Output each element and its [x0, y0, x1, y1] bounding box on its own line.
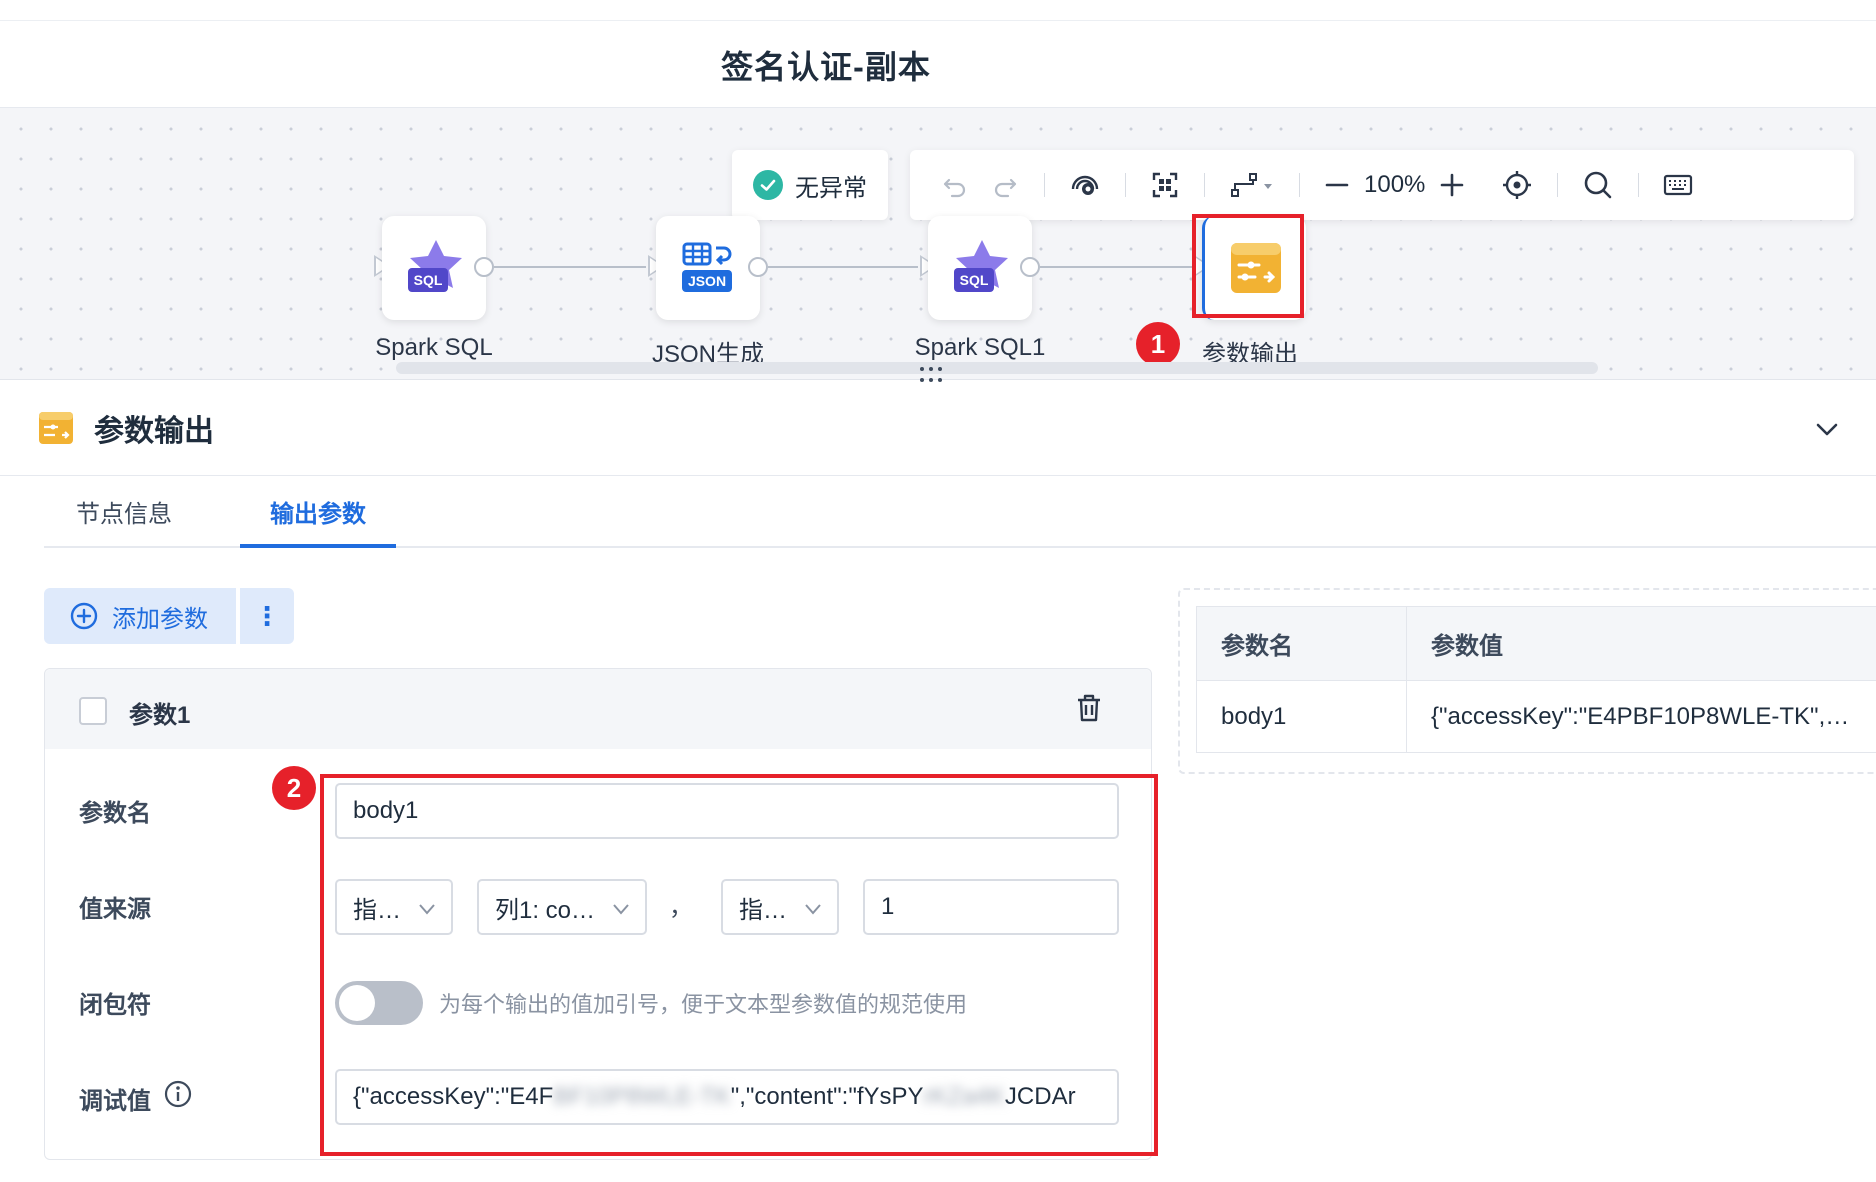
table-header: 参数值 — [1406, 606, 1876, 681]
json-node-icon: JSON — [682, 242, 732, 292]
table-header-row: 参数名 参数值 — [1196, 606, 1876, 681]
panel-header: 参数输出 — [0, 380, 1876, 476]
check-circle-icon — [753, 170, 783, 200]
highlight-box — [1192, 214, 1304, 318]
output-port[interactable] — [1020, 257, 1040, 277]
step-badge: 2 — [272, 766, 316, 810]
horizontal-scrollbar[interactable] — [396, 362, 1598, 374]
canvas-toolbar: 100% — [910, 150, 1854, 220]
redo-icon[interactable] — [990, 165, 1020, 205]
info-icon[interactable] — [163, 1079, 193, 1109]
zoom-out-icon[interactable] — [1324, 165, 1350, 205]
closure-label: 闭包符 — [79, 992, 151, 1019]
flow-edge — [768, 266, 918, 268]
page-title: 签名认证-副本 — [721, 49, 931, 85]
params-table: 参数名 参数值 body1 {"accessKey":"E4PBF10P8WLE… — [1196, 606, 1876, 753]
node-label: Spark SQL1 — [914, 334, 1046, 361]
add-param-button[interactable]: 添加参数 — [44, 588, 236, 644]
debug-value-label: 调试值 — [79, 1088, 151, 1115]
status-panel: 无异常 — [732, 150, 888, 220]
panel-title: 参数输出 — [94, 414, 214, 448]
param-name-label: 参数名 — [79, 800, 151, 827]
tab-active-indicator — [240, 544, 396, 548]
toolbar-divider — [1638, 173, 1640, 197]
highlight-box — [320, 774, 1158, 1156]
step-badge: 1 — [1136, 322, 1180, 366]
line-style-icon[interactable] — [1229, 165, 1275, 205]
trash-icon[interactable] — [1075, 693, 1103, 723]
output-port[interactable] — [474, 257, 494, 277]
param-checkbox[interactable] — [79, 697, 107, 725]
params-preview: 参数名 参数值 body1 {"accessKey":"E4PBF10P8WLE… — [1178, 588, 1876, 774]
search-icon[interactable] — [1582, 165, 1614, 205]
toolbar-divider — [1204, 173, 1205, 197]
toolbar-divider — [1125, 173, 1126, 197]
output-port[interactable] — [748, 257, 768, 277]
value-source-label: 值来源 — [79, 896, 151, 923]
add-param-label: 添加参数 — [112, 605, 208, 633]
node-spark-sql[interactable]: SQL — [382, 216, 486, 320]
flow-edge — [494, 266, 646, 268]
undo-icon[interactable] — [940, 165, 970, 205]
title-bar: 签名认证-副本 — [0, 0, 1876, 108]
plus-circle-icon — [70, 602, 98, 630]
param-card-header: 参数1 — [45, 669, 1151, 749]
sql-node-icon: SQL — [408, 240, 462, 292]
status-text: 无异常 — [795, 174, 867, 202]
node-spark-sql1[interactable]: SQL — [928, 216, 1032, 320]
chevron-down-icon[interactable] — [1814, 416, 1840, 442]
fit-view-icon[interactable] — [1150, 165, 1180, 205]
zoom-level: 100% — [1364, 171, 1426, 198]
tab-bar: 节点信息 输出参数 — [44, 480, 1876, 548]
table-header: 参数名 — [1196, 606, 1407, 681]
param-output-icon — [39, 411, 73, 444]
toolbar-divider — [1044, 173, 1045, 197]
json-badge: JSON — [688, 273, 726, 289]
param-title: 参数1 — [129, 702, 191, 729]
keyboard-icon[interactable] — [1663, 165, 1693, 205]
tab-node-info[interactable]: 节点信息 — [76, 494, 172, 529]
flow-edge — [1040, 266, 1192, 268]
table-cell: {"accessKey":"E4PBF10P8WLE-TK",… — [1406, 680, 1876, 753]
toolbar-divider — [1299, 173, 1300, 197]
locate-icon[interactable] — [1501, 165, 1533, 205]
node-json-gen[interactable]: JSON — [656, 216, 760, 320]
sql-badge: SQL — [960, 272, 989, 288]
node-label: Spark SQL — [375, 334, 493, 361]
toolbar-divider — [1557, 173, 1559, 197]
more-options-button[interactable]: ⋮ — [240, 588, 294, 644]
preview-eye-icon[interactable] — [1069, 165, 1101, 205]
sql-badge: SQL — [414, 272, 443, 288]
table-row: body1 {"accessKey":"E4PBF10P8WLE-TK",… — [1196, 680, 1876, 753]
sql-node-icon: SQL — [954, 240, 1008, 292]
table-cell: body1 — [1196, 680, 1407, 753]
tab-output-params[interactable]: 输出参数 — [270, 494, 366, 529]
zoom-in-icon[interactable] — [1439, 165, 1465, 205]
top-divider — [0, 20, 1876, 21]
